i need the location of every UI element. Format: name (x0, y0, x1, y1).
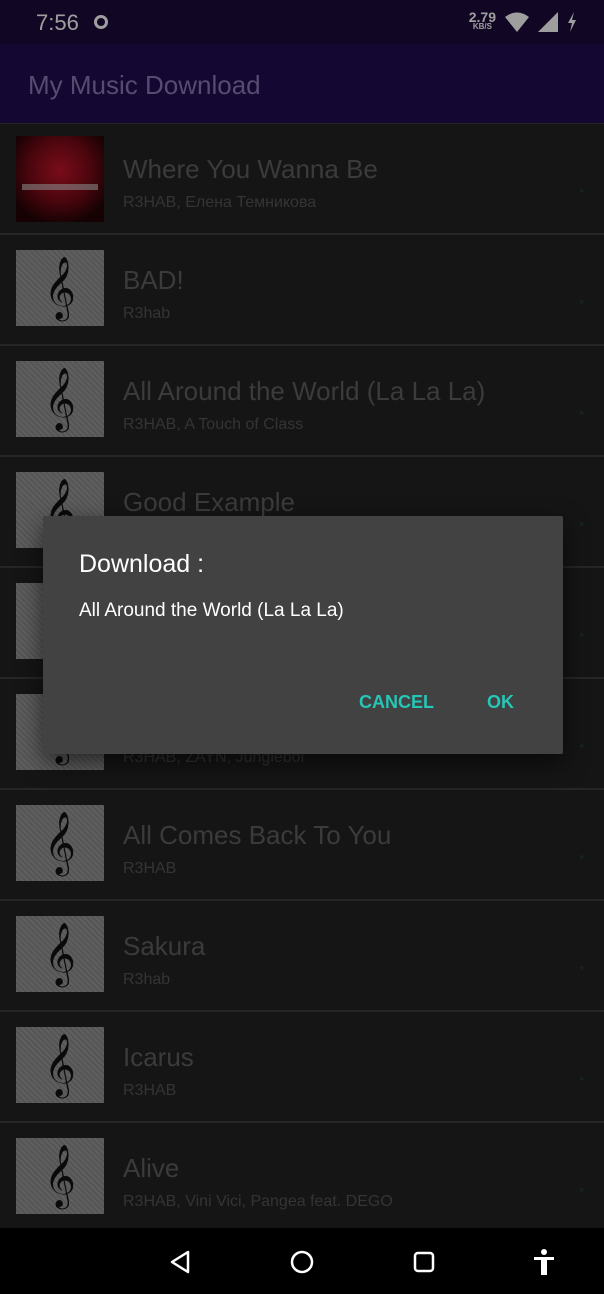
home-icon[interactable] (286, 1246, 318, 1278)
back-icon[interactable] (164, 1246, 196, 1278)
navigation-bar (0, 1228, 604, 1294)
dialog-title: Download : (79, 550, 205, 578)
dialog-message: All Around the World (La La La) (79, 600, 344, 621)
recents-icon[interactable] (408, 1246, 440, 1278)
ok-button[interactable]: OK (487, 692, 514, 713)
cancel-button[interactable]: CANCEL (359, 692, 434, 713)
accessibility-icon[interactable] (528, 1246, 560, 1278)
download-dialog: Download : All Around the World (La La L… (43, 516, 563, 754)
